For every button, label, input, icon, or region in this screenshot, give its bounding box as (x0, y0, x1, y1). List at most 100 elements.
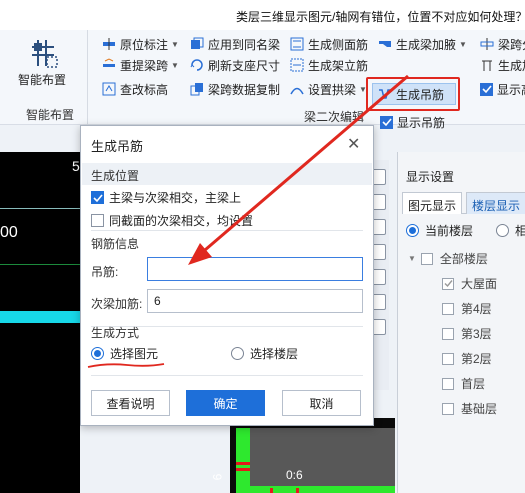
beam-edit-group-label: 梁二次编辑 (304, 110, 365, 124)
section-rebar-header: 钢筋信息 (91, 237, 140, 251)
secondary-rebar-input[interactable] (147, 289, 363, 313)
checkbox-icon[interactable] (442, 327, 454, 340)
hanger-label: 吊筋: (91, 265, 119, 279)
secondary-rebar-label: 次梁加筋: (91, 297, 143, 311)
tree-item-floor[interactable]: 基础层 (442, 400, 497, 417)
refresh-support-button[interactable]: 刷新支座尺寸 (190, 55, 280, 75)
tree-item-floor[interactable]: 大屋面 (442, 275, 497, 292)
method-select-element-radio[interactable]: 选择图元 (91, 345, 158, 362)
drawing-canvas-left[interactable]: 00 5 (0, 152, 80, 493)
tree-item-floor[interactable]: 第3层 (442, 325, 492, 342)
generate-add-button[interactable]: 生成加 (480, 55, 525, 75)
checkbox-icon (91, 214, 104, 227)
canvas-green-beam (236, 428, 250, 493)
canvas-slab (250, 428, 395, 493)
tree-item-floor[interactable]: 第4层 (442, 300, 492, 317)
panel-title: 显示设置 (406, 170, 455, 184)
radio-unselected-icon (231, 347, 244, 360)
section-position-header: 生成位置 (82, 163, 372, 185)
section-method-header: 生成方式 (91, 326, 140, 340)
ok-button[interactable]: 确定 (186, 390, 265, 416)
tab-floor-display[interactable]: 楼层显示 (466, 192, 525, 214)
checkbox-checked-icon (380, 115, 393, 129)
erection-rebar-button[interactable]: 生成架立筋 (290, 55, 368, 75)
canvas-side-label: 6 (210, 473, 225, 481)
radio-unselected-icon (496, 224, 509, 237)
smart-layout-group-label: 智能布置 (26, 108, 75, 122)
checkbox-checked-icon (480, 82, 493, 96)
canvas-beam-cyan (0, 311, 80, 323)
canvas-red-mark (296, 488, 299, 493)
canvas-red-mark (270, 488, 273, 493)
side-rebar-button[interactable]: 生成侧面筋 (290, 34, 368, 54)
radio-selected-icon (406, 224, 419, 237)
canvas-axis-number: 5 (72, 158, 80, 174)
in-place-annotation-icon (103, 38, 115, 50)
chevron-down-icon[interactable]: ▼ (408, 254, 416, 263)
divider (91, 230, 363, 231)
arch-beam-icon (290, 87, 304, 95)
title-bar: 类层三维显示图元/轴网有错位，位置不对应如何处理？ (0, 0, 525, 30)
canvas-line (0, 264, 80, 265)
question-title: 类层三维显示图元/轴网有错位，位置不对应如何处理？ (236, 10, 525, 24)
radio-current-floor[interactable]: 当前楼层 (406, 222, 473, 239)
tab-element-display[interactable]: 图元显示 (402, 192, 463, 214)
tree-item-floor[interactable]: 首层 (442, 375, 485, 392)
edit-elevation-icon (102, 82, 116, 96)
red-underline-annotation (87, 363, 165, 368)
radio-selected-icon (91, 347, 104, 360)
show-hanger-rebar-toggle[interactable]: 显示吊筋 (380, 112, 445, 132)
close-icon[interactable]: ✕ (347, 134, 360, 154)
apply-same-name-icon (191, 37, 204, 49)
chevron-down-icon: ▼ (171, 60, 179, 70)
checkbox-checked-icon[interactable] (442, 277, 454, 290)
smart-layout-button[interactable]: 智能布置 (18, 71, 66, 88)
chevron-down-icon: ▾ (361, 110, 366, 119)
method-select-floor-radio[interactable]: 选择楼层 (231, 345, 298, 362)
chevron-down-icon: ▼ (171, 39, 179, 49)
checkbox-icon[interactable] (442, 377, 454, 390)
checkbox-icon[interactable] (442, 402, 454, 415)
radio-related-floor[interactable]: 相 (496, 222, 525, 239)
span-split-icon (480, 38, 494, 50)
refresh-support-icon (190, 59, 203, 71)
ribbon-toolbar: 智能布置 智能布置 原位标注 ▼ 重提梁跨 ▼ 查改标高 应用到同名梁 刷新支座尺寸… (0, 30, 525, 130)
canvas-dimension-label: 0:6 (286, 468, 303, 482)
panel-tabs: 图元显示 楼层显示 (402, 192, 525, 214)
checkbox-icon[interactable] (420, 252, 433, 265)
copy-span-data-icon (190, 83, 203, 96)
side-rebar-icon (290, 37, 304, 51)
generate-hanger-rebar-dialog: 生成吊筋 ✕ 生成位置 主梁与次梁相交，主梁上 同截面的次梁相交，均设置 钢筋信… (80, 125, 374, 426)
edit-elevation-button[interactable]: 查改标高 (102, 79, 168, 99)
generate-add-icon (482, 60, 492, 71)
arch-beam-button[interactable]: 设置拱梁 ▼ (290, 79, 367, 99)
tree-item-floor[interactable]: 第2层 (442, 350, 492, 367)
erection-rebar-icon (290, 58, 304, 72)
checkbox-icon[interactable] (442, 302, 454, 315)
haunch-button[interactable]: 生成梁加腋 ▼ (378, 34, 467, 54)
ribbon-group-smart-layout: 智能布置 智能布置 (0, 30, 88, 125)
canvas-line (0, 208, 80, 209)
display-settings-panel: 显示设置 图元显示 楼层显示 当前楼层 相 ▼ 全部楼层 大屋面 第4层 第3层 (397, 152, 525, 493)
option-same-section-checkbox[interactable]: 同截面的次梁相交，均设置 (91, 212, 253, 229)
option-main-beam-checkbox[interactable]: 主梁与次梁相交，主梁上 (91, 189, 241, 206)
re-extract-span-icon (103, 58, 115, 67)
tree-item-all-floors[interactable]: ▼ 全部楼层 (408, 250, 488, 267)
apply-same-name-button[interactable]: 应用到同名梁 (190, 34, 280, 54)
hanger-rebar-input[interactable] (147, 257, 363, 281)
checkbox-icon[interactable] (442, 352, 454, 365)
help-button[interactable]: 查看说明 (91, 390, 170, 416)
divider (91, 375, 363, 376)
checkbox-checked-icon (91, 191, 104, 204)
show-height-toggle[interactable]: 显示高 (480, 79, 525, 99)
copy-span-data-button[interactable]: 梁跨数据复制 (190, 79, 280, 99)
re-extract-span-button[interactable]: 重提梁跨 ▼ (102, 55, 179, 75)
canvas-red-mark (236, 468, 250, 471)
span-split-button[interactable]: 梁跨分 (480, 34, 525, 54)
canvas-number: 00 (0, 224, 18, 241)
in-place-annotation-button[interactable]: 原位标注 ▼ (102, 34, 179, 54)
cancel-button[interactable]: 取消 (282, 390, 361, 416)
grid-layout-icon[interactable] (30, 38, 60, 68)
canvas-red-mark (236, 462, 250, 465)
haunch-icon (379, 41, 391, 47)
